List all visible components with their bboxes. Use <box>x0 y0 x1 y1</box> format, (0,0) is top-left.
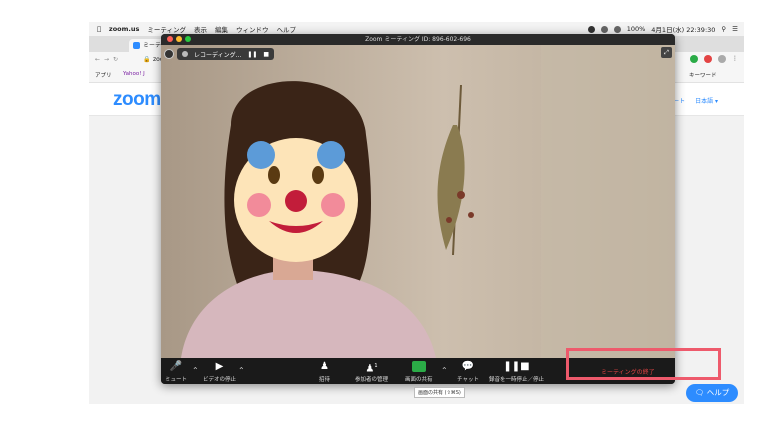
zoom-window-icon[interactable] <box>185 36 191 42</box>
video-camera-icon: ▶ <box>215 361 224 372</box>
invite-label: 招待 <box>319 377 331 383</box>
fullscreen-icon[interactable]: ⤢ <box>661 47 672 58</box>
nav-buttons[interactable]: ←→↻ <box>95 56 122 63</box>
recording-indicator: レコーディング... ❚❚ ■ <box>164 47 275 61</box>
highlight-box <box>566 348 721 380</box>
recording-dot-icon <box>182 51 188 57</box>
meeting-title-bar: Zoom ミーティング ID: 896-602-696 <box>161 34 675 45</box>
volume-icon[interactable] <box>613 25 621 33</box>
menu-view[interactable]: 表示 <box>194 24 207 34</box>
pause-recording-icon[interactable]: ❚❚ <box>247 51 257 58</box>
zoom-favicon-icon <box>133 42 140 49</box>
participants-icon: ♟1 <box>365 363 378 375</box>
video-options-caret-icon[interactable]: ⌃ <box>238 366 245 375</box>
info-icon[interactable] <box>164 49 174 59</box>
battery-level[interactable]: 100% <box>627 25 646 33</box>
audio-options-caret-icon[interactable]: ⌃ <box>192 366 199 375</box>
spotlight-icon[interactable]: ⚲ <box>721 25 726 33</box>
participant-count: 1 <box>374 363 378 369</box>
menu-app-name[interactable]: zoom.us <box>109 25 139 33</box>
stop-video-button[interactable]: ▶ ビデオの停止 <box>203 360 236 383</box>
help-label: ヘルプ <box>706 388 730 397</box>
meeting-title: Zoom ミーティング ID: 896-602-696 <box>365 36 471 43</box>
chat-button[interactable]: 💬 チャット <box>457 360 479 383</box>
participant-video <box>161 45 675 358</box>
recording-label: レコーディング... <box>194 51 242 59</box>
help-button[interactable]: 🗨 ヘルプ <box>686 384 738 402</box>
window-controls <box>167 36 191 42</box>
share-screen-label: 画面の共有 <box>405 377 433 383</box>
share-options-caret-icon[interactable]: ⌃ <box>441 366 448 375</box>
minimize-window-icon[interactable] <box>176 36 182 42</box>
chat-icon: 💬 <box>461 361 475 372</box>
clown-face-sticker <box>234 138 358 262</box>
invite-button[interactable]: ♟ 招待 <box>319 360 330 383</box>
menu-help[interactable]: ヘルプ <box>276 24 296 34</box>
pause-stop-icon: ❚❚■ <box>503 361 530 372</box>
menu-window[interactable]: ウィンドウ <box>236 24 269 34</box>
chat-bubble-icon: 🗨 <box>694 388 705 397</box>
mute-label: ミュート <box>165 377 188 383</box>
site-nav: ート 日本語 ▾ <box>673 96 718 105</box>
clock[interactable]: 4月1日(水) 22:39:30 <box>651 24 715 34</box>
manage-participants-label: 参加者の管理 <box>355 377 389 383</box>
lock-icon: 🔒 <box>143 56 151 63</box>
language-select[interactable]: 日本語 ▾ <box>695 96 718 105</box>
microphone-icon: 🎤 <box>169 361 183 372</box>
invite-person-icon: ♟ <box>320 361 329 372</box>
bookmark-apps[interactable]: アプリ <box>95 71 112 79</box>
share-screen-button[interactable]: 画面の共有 <box>405 360 433 383</box>
chat-label: チャット <box>457 377 479 383</box>
pause-recording-button[interactable]: ❚❚■ 録音を一時停止／停止 <box>489 360 544 383</box>
mute-button[interactable]: 🎤 ミュート <box>165 360 187 383</box>
wifi-icon[interactable] <box>600 25 608 33</box>
zoom-logo[interactable]: zoom <box>113 89 161 111</box>
menu-edit[interactable]: 編集 <box>215 24 228 34</box>
manage-participants-button[interactable]: ♟1 参加者の管理 <box>355 360 388 383</box>
extension-icon[interactable] <box>690 55 698 63</box>
control-center-icon[interactable]: ☰ <box>732 25 738 33</box>
bookmark-yahoo[interactable]: Yahoo! J <box>123 71 145 77</box>
share-tooltip: 画面の共有 (⇧⌘S) <box>414 387 465 398</box>
menu-kebab-icon[interactable]: ⋮ <box>732 55 738 63</box>
menu-meeting[interactable]: ミーティング <box>147 24 186 34</box>
stop-recording-icon[interactable]: ■ <box>263 51 269 58</box>
apple-menu-icon[interactable]:  <box>97 25 101 33</box>
extension-icon[interactable] <box>704 55 712 63</box>
zoom-status-icon[interactable] <box>587 25 595 33</box>
recording-pill: レコーディング... ❚❚ ■ <box>177 48 275 60</box>
extensions: ⋮ <box>690 55 738 63</box>
bookmark-keyword[interactable]: キーワード <box>689 71 717 79</box>
share-screen-icon <box>411 361 426 372</box>
profile-icon[interactable] <box>718 55 726 63</box>
pause-recording-label: 録音を一時停止／停止 <box>489 377 545 383</box>
stop-video-label: ビデオの停止 <box>203 377 237 383</box>
close-window-icon[interactable] <box>167 36 173 42</box>
zoom-meeting-window: Zoom ミーティング ID: 896-602-696 レコーディング... ❚… <box>161 34 675 384</box>
